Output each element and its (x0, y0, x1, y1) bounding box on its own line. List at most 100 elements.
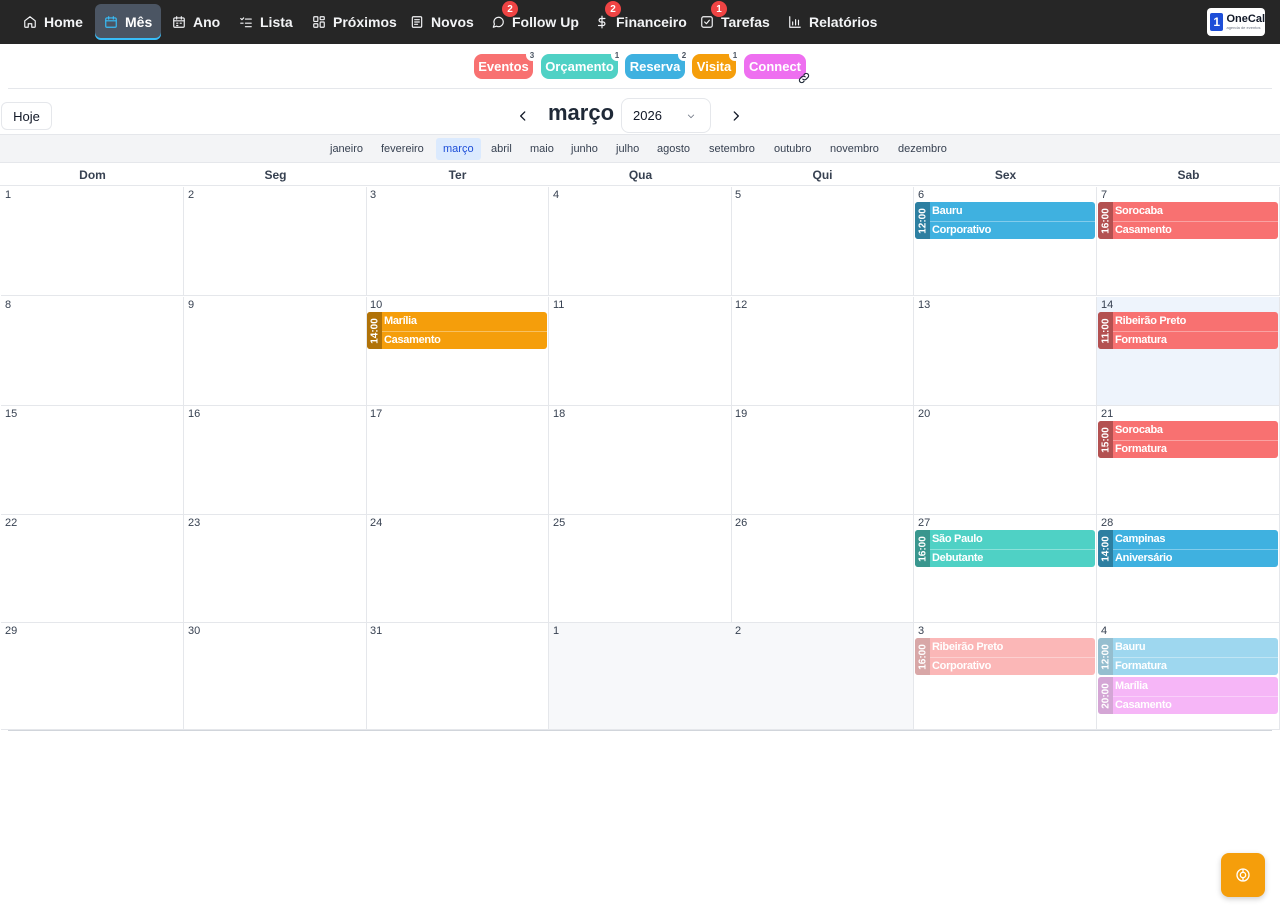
calendar-event[interactable]: 12:00 Bauru Corporativo (915, 202, 1095, 239)
calendar-event[interactable]: 20:00 Marília Casamento (1098, 677, 1278, 714)
event-city: Ribeirão Preto (1115, 315, 1186, 328)
nav-label: Próximos (333, 14, 397, 30)
calendar-event[interactable]: 16:00 São Paulo Debutante (915, 530, 1095, 567)
day-cell[interactable]: 24 (366, 515, 549, 623)
day-number: 8 (5, 299, 12, 311)
list-icon (240, 17, 252, 28)
day-cell[interactable]: 20 (914, 406, 1097, 515)
logo-name: OneCal (1226, 13, 1265, 25)
filter-orcamento[interactable]: Orçamento 1 (541, 49, 623, 79)
nav-financial[interactable]: Financeiro 2 (586, 1, 696, 40)
day-cell[interactable]: 3 (366, 187, 549, 296)
nav-new[interactable]: Novos (401, 4, 483, 40)
event-time: 16:00 (915, 530, 930, 567)
nav-home[interactable]: Home (14, 4, 92, 40)
weekday-header: Dom Seg Ter Qua Qui Sex Sab (0, 164, 1280, 186)
day-cell[interactable]: 22 (1, 515, 184, 623)
day-cell[interactable]: 19 (731, 406, 914, 515)
calendar-event[interactable]: 16:00 Ribeirão Preto Corporativo (915, 638, 1095, 675)
day-number: 29 (5, 625, 18, 637)
day-number: 21 (1101, 408, 1114, 420)
day-number: 24 (370, 517, 383, 529)
calendar-event[interactable]: 16:00 Sorocaba Casamento (1098, 202, 1278, 239)
nav-tasks[interactable]: Tarefas 1 (691, 1, 779, 40)
newspaper-icon (411, 16, 423, 28)
day-cell[interactable]: 12 (731, 297, 914, 406)
month-link[interactable]: janeiro (323, 138, 370, 160)
day-cell[interactable]: 1 (549, 623, 732, 730)
filter-eventos[interactable]: Eventos 3 (474, 49, 538, 79)
filter-reserva[interactable]: Reserva 2 (625, 49, 690, 79)
day-cell[interactable]: 29 (1, 623, 184, 730)
nav-label: Relatórios (809, 14, 878, 30)
day-cell[interactable]: 31 (366, 623, 549, 730)
nav-list[interactable]: Lista (230, 4, 302, 40)
nav-reports[interactable]: Relatórios (779, 4, 886, 40)
day-cell[interactable]: 5 (731, 187, 914, 296)
month-link[interactable]: outubro (767, 138, 818, 160)
event-time-label: 11:00 (1100, 317, 1111, 344)
filter-visita[interactable]: Visita 1 (692, 49, 741, 79)
bar-chart-icon (789, 16, 801, 28)
month-link[interactable]: junho (564, 138, 605, 160)
year-select[interactable]: 2026 (621, 98, 711, 133)
event-time-label: 12:00 (917, 207, 928, 234)
filter-label: Reserva (629, 59, 681, 74)
month-link[interactable]: dezembro (891, 138, 954, 160)
calendar-icon (105, 16, 117, 28)
day-number: 15 (5, 408, 18, 420)
month-link[interactable]: maio (523, 138, 561, 160)
event-time-label: 14:00 (1100, 535, 1111, 562)
day-cell[interactable]: 2 (731, 623, 914, 730)
day-cell[interactable]: 2 (184, 187, 367, 296)
nav-follow-up[interactable]: Follow Up 2 (482, 1, 588, 40)
calendar-event[interactable]: 14:00 Campinas Aniversário (1098, 530, 1278, 567)
day-cell[interactable]: 16 (184, 406, 367, 515)
day-cell[interactable]: 1 (1, 187, 184, 296)
day-cell[interactable]: 15 (1, 406, 184, 515)
month-link[interactable]: novembro (823, 138, 886, 160)
day-cell[interactable]: 13 (914, 297, 1097, 406)
day-number: 3 (370, 189, 377, 201)
nav-label: Novos (431, 14, 474, 30)
day-cell[interactable]: 8 (1, 297, 184, 406)
top-navigation: Home Mês Ano Lista Próximos Novos Follow… (0, 0, 1280, 44)
link-icon[interactable] (797, 71, 811, 85)
event-type: Formatura (1113, 656, 1278, 676)
event-time: 14:00 (367, 312, 382, 349)
event-time-label: 12:00 (1100, 643, 1111, 670)
prev-month-button[interactable] (511, 104, 535, 128)
nav-year[interactable]: Ano (163, 4, 229, 40)
day-cell[interactable]: 11 (549, 297, 732, 406)
help-button[interactable] (1221, 853, 1265, 897)
calendar-event[interactable]: 15:00 Sorocaba Formatura (1098, 421, 1278, 458)
filter-label: Eventos (478, 59, 529, 74)
day-cell[interactable]: 26 (731, 515, 914, 623)
onecal-logo[interactable]: 1 OneCal agenda de eventos (1207, 8, 1265, 36)
day-cell[interactable]: 23 (184, 515, 367, 623)
day-cell[interactable]: 17 (366, 406, 549, 515)
event-time-label: 15:00 (1100, 426, 1111, 453)
event-type: Aniversário (1113, 548, 1278, 568)
calendar-event[interactable]: 12:00 Bauru Formatura (1098, 638, 1278, 675)
day-cell[interactable]: 30 (184, 623, 367, 730)
month-link[interactable]: abril (484, 138, 519, 160)
day-cell[interactable]: 4 (549, 187, 732, 296)
day-cell[interactable]: 18 (549, 406, 732, 515)
nav-month[interactable]: Mês (95, 4, 162, 40)
next-month-button[interactable] (724, 104, 748, 128)
calendar-event[interactable]: 11:00 Ribeirão Preto Formatura (1098, 312, 1278, 349)
today-button[interactable]: Hoje (1, 102, 52, 130)
event-time-label: 20:00 (1100, 682, 1111, 709)
month-link[interactable]: fevereiro (374, 138, 431, 160)
month-link[interactable]: julho (609, 138, 646, 160)
calendar-event[interactable]: 14:00 Marília Casamento (367, 312, 547, 349)
day-cell[interactable]: 25 (549, 515, 732, 623)
month-link[interactable]: setembro (702, 138, 762, 160)
nav-upcoming[interactable]: Próximos (303, 4, 406, 40)
month-link[interactable]: agosto (650, 138, 697, 160)
day-cell[interactable]: 9 (184, 297, 367, 406)
month-link[interactable]: março (436, 138, 481, 160)
event-type-filters: Eventos 3 Orçamento 1 Reserva 2 Visita 1… (0, 49, 1280, 80)
day-number: 11 (553, 299, 565, 311)
